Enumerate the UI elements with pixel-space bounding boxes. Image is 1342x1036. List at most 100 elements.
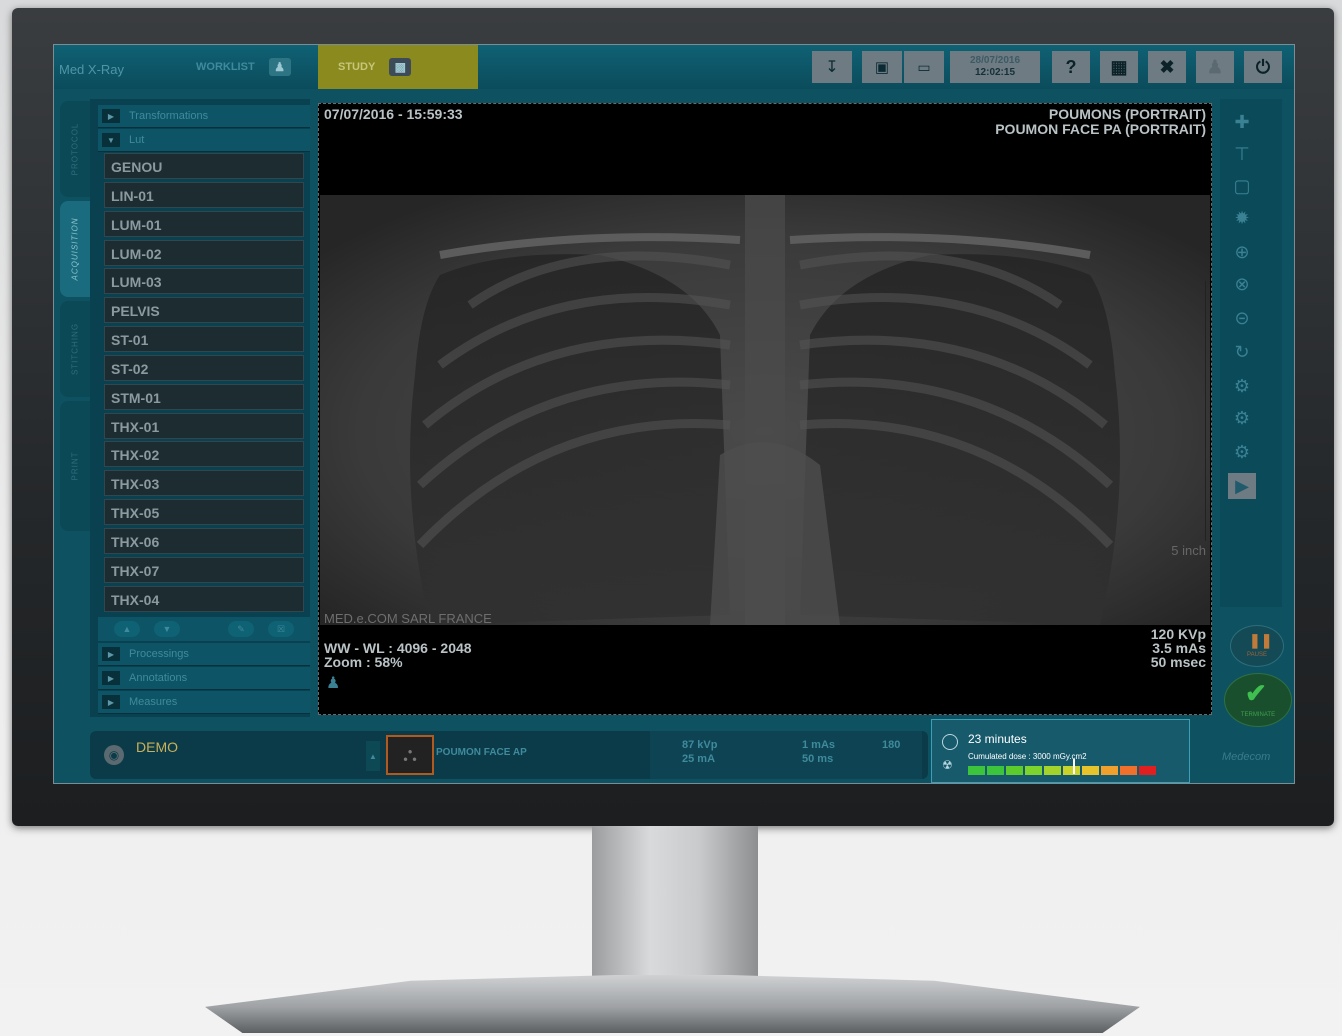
lut-item[interactable]: LUM-03 bbox=[104, 268, 304, 295]
clock-icon bbox=[942, 734, 958, 750]
vendor-logo: Medecom bbox=[1222, 751, 1271, 763]
group-measures[interactable]: ▶ Measures bbox=[98, 691, 310, 714]
scroll-left-icon[interactable]: ▲ bbox=[366, 741, 380, 771]
lut-item[interactable]: LUM-02 bbox=[104, 239, 304, 266]
gauge-segment bbox=[1063, 766, 1080, 775]
lut-list: GENOU LIN-01 LUM-01 LUM-02 LUM-03 PELVIS… bbox=[104, 153, 304, 615]
lut-item[interactable]: THX-02 bbox=[104, 441, 304, 468]
worklist-tab[interactable]: WORKLIST ♟ bbox=[176, 45, 336, 89]
move-down-icon[interactable]: ▼ bbox=[154, 621, 180, 637]
monitor-stand-base bbox=[205, 975, 1140, 1033]
group-label: Measures bbox=[129, 696, 178, 708]
tab-print-label: PRINT bbox=[70, 451, 80, 481]
gauge-segment bbox=[1006, 766, 1023, 775]
lut-item[interactable]: LUM-01 bbox=[104, 210, 304, 237]
gauge-segment bbox=[1139, 766, 1156, 775]
study-tab[interactable]: STUDY ▩ bbox=[318, 45, 478, 89]
lut-item[interactable]: THX-07 bbox=[104, 556, 304, 583]
gauge-segment bbox=[968, 766, 985, 775]
lut-item[interactable]: THX-01 bbox=[104, 412, 304, 439]
elapsed-time: 23 minutes bbox=[968, 732, 1027, 746]
study-icon: ▩ bbox=[389, 58, 412, 76]
gauge-segment bbox=[1025, 766, 1042, 775]
tab-stitching[interactable]: STITCHING bbox=[60, 301, 90, 397]
tab-protocol[interactable]: PROTOCOL bbox=[60, 101, 90, 197]
help-icon[interactable]: ? bbox=[1052, 51, 1090, 83]
expand-icon: ▶ bbox=[102, 695, 120, 709]
pan-icon[interactable]: ✚ bbox=[1228, 109, 1256, 135]
stitch-icon[interactable]: ↧ bbox=[812, 51, 852, 83]
lut-item[interactable]: PELVIS bbox=[104, 297, 304, 324]
expand-icon: ▶ bbox=[102, 671, 120, 685]
process-1-icon[interactable]: ⚙ bbox=[1228, 373, 1256, 399]
zoom-fit-icon[interactable]: ⊝ bbox=[1228, 305, 1256, 331]
thumbnail-label: POUMON FACE AP bbox=[436, 747, 527, 758]
patient-icon[interactable]: ◉ bbox=[104, 745, 124, 765]
delete-icon[interactable]: ☒ bbox=[268, 621, 294, 637]
view-thumbnail[interactable]: ⛬ bbox=[386, 735, 434, 775]
lut-item[interactable]: THX-06 bbox=[104, 527, 304, 554]
pause-button[interactable]: ❚❚ PAUSE bbox=[1230, 625, 1284, 667]
mas-readout: 3.5 mAs bbox=[1152, 640, 1206, 656]
bottom-bar: ◉ DEMO ▲ ⛬ POUMON FACE AP 87 kVp 25 mA 1… bbox=[90, 731, 928, 779]
lut-item[interactable]: THX-05 bbox=[104, 499, 304, 526]
expand-icon: ▶ bbox=[102, 109, 120, 123]
xray-graphic bbox=[320, 195, 1210, 625]
fullscreen-icon[interactable]: ▢ bbox=[1228, 173, 1256, 199]
tab-acquisition[interactable]: ACQUISITION bbox=[60, 201, 90, 297]
brand-prefix: Med bbox=[59, 62, 85, 77]
process-2-icon[interactable]: ⚙ bbox=[1228, 405, 1256, 431]
brand-suffix: X-Ray bbox=[87, 62, 125, 77]
export-image-icon[interactable]: ▶ bbox=[1228, 473, 1256, 499]
lut-item[interactable]: GENOU bbox=[104, 153, 304, 179]
institution-label: MED.e.COM SARL FRANCE bbox=[324, 611, 492, 626]
pause-icon: ❚❚ bbox=[1249, 632, 1273, 648]
date-text: 28/07/2016 bbox=[969, 55, 1021, 66]
lut-item[interactable]: THX-04 bbox=[104, 585, 304, 612]
lut-controls: ▲ ▼ ✎ ☒ bbox=[98, 617, 310, 641]
group-transformations[interactable]: ▶ Transformations bbox=[98, 105, 310, 128]
terminate-button[interactable]: ✔ TERMINATE bbox=[1224, 673, 1292, 727]
crop-icon[interactable]: ⊤ bbox=[1228, 141, 1256, 167]
zoom-in-icon[interactable]: ⊕ bbox=[1228, 239, 1256, 265]
scale-ruler bbox=[1199, 281, 1206, 541]
gauge-marker bbox=[1072, 759, 1075, 774]
kvp-value: 87 kVp bbox=[682, 739, 718, 751]
ww-wl-readout: WW - WL : 4096 - 2048 bbox=[324, 640, 472, 656]
group-processings[interactable]: ▶ Processings bbox=[98, 643, 310, 666]
exam-title: POUMONS (PORTRAIT) bbox=[1048, 106, 1206, 122]
ms-value: 50 ms bbox=[802, 753, 834, 765]
zoom-readout: Zoom : 58% bbox=[324, 654, 403, 670]
group-annotations[interactable]: ▶ Annotations bbox=[98, 667, 310, 690]
tab-print[interactable]: PRINT bbox=[60, 401, 90, 531]
orientation-icon: ♟ bbox=[326, 675, 341, 692]
dose-panel: 23 minutes Cumulated dose : 3000 mGy.cm2… bbox=[931, 719, 1190, 783]
pause-label: PAUSE bbox=[1247, 652, 1267, 658]
gauge-segment bbox=[1101, 766, 1118, 775]
power-icon[interactable]: ⏻ bbox=[1244, 51, 1282, 83]
brightness-icon[interactable]: ✹ bbox=[1228, 205, 1256, 231]
user-icon[interactable]: ♟ bbox=[1196, 51, 1234, 83]
kvp-readout: 120 KVp bbox=[1150, 626, 1206, 642]
detector-icon[interactable]: ▭ bbox=[904, 51, 944, 83]
lut-item[interactable]: THX-03 bbox=[104, 470, 304, 497]
move-up-icon[interactable]: ▲ bbox=[114, 621, 140, 637]
terminate-label: TERMINATE bbox=[1240, 712, 1276, 718]
lut-item[interactable]: ST-02 bbox=[104, 354, 304, 381]
lut-item[interactable]: LIN-01 bbox=[104, 181, 304, 208]
process-3-icon[interactable]: ⚙ bbox=[1228, 439, 1256, 465]
zoom-1-icon[interactable]: ⊗ bbox=[1228, 271, 1256, 297]
lut-item[interactable]: ST-01 bbox=[104, 326, 304, 353]
cumulated-dose: Cumulated dose : 3000 mGy.cm2 bbox=[968, 752, 1087, 761]
chest-xray-image[interactable] bbox=[320, 195, 1210, 625]
tab-protocol-label: PROTOCOL bbox=[70, 122, 80, 176]
exposure-icon[interactable]: ▣ bbox=[862, 51, 902, 83]
patient-file-icon[interactable]: ▦ bbox=[1100, 51, 1138, 83]
group-lut[interactable]: ▼ Lut bbox=[98, 129, 310, 152]
patients-icon: ♟ bbox=[268, 58, 291, 76]
rotate-icon[interactable]: ↻ bbox=[1228, 339, 1256, 365]
lut-item[interactable]: STM-01 bbox=[104, 383, 304, 410]
settings-icon[interactable]: ✖ bbox=[1148, 51, 1186, 83]
monitor-stand-neck bbox=[592, 826, 758, 986]
edit-icon[interactable]: ✎ bbox=[228, 621, 254, 637]
